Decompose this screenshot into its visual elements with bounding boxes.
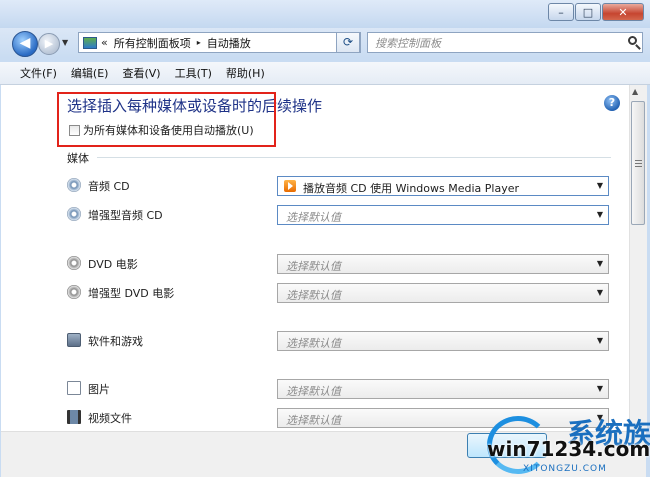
menu-tools[interactable]: 工具(T) bbox=[175, 65, 212, 81]
section-title-media: 媒体 bbox=[67, 152, 89, 165]
breadcrumb-separator-icon[interactable]: ▸ bbox=[197, 38, 201, 47]
watermark-subtitle: XITONGZU.COM bbox=[523, 464, 607, 474]
media-label: 音频 CD bbox=[88, 180, 130, 193]
menu-view[interactable]: 查看(V) bbox=[122, 65, 160, 81]
maximize-button[interactable]: □ bbox=[575, 3, 601, 21]
select-value: 播放音频 CD 使用 Windows Media Player bbox=[303, 182, 520, 195]
windows-media-player-icon bbox=[284, 180, 296, 192]
title-bar: – □ ✕ bbox=[0, 0, 650, 28]
search-placeholder: 搜索控制面板 bbox=[375, 37, 441, 50]
media-row-dvd-movie: DVD 电影 选择默认值 ▼ bbox=[67, 254, 615, 274]
site-watermark: 系统族 win71234.com XITONGZU.COM bbox=[487, 414, 650, 476]
menu-edit[interactable]: 编辑(E) bbox=[71, 65, 109, 81]
enhanced-audio-cd-icon bbox=[67, 207, 81, 221]
breadcrumb-all-control-panel-items[interactable]: 所有控制面板项 bbox=[114, 35, 191, 51]
media-row-pictures: 图片 选择默认值 ▼ bbox=[67, 379, 615, 399]
select-value: 选择默认值 bbox=[286, 289, 341, 302]
highlight-annotation-box bbox=[57, 92, 276, 147]
address-bar[interactable]: « 所有控制面板项 ▸ 自动播放 ▼ bbox=[78, 32, 361, 53]
vertical-scrollbar[interactable]: ▲ bbox=[629, 85, 647, 431]
media-row-software-games: 软件和游戏 选择默认值 ▼ bbox=[67, 331, 615, 351]
dvd-movie-icon bbox=[67, 256, 81, 270]
menu-help[interactable]: 帮助(H) bbox=[226, 65, 265, 81]
section-divider bbox=[97, 157, 611, 158]
media-label: 软件和游戏 bbox=[88, 335, 143, 348]
select-value: 选择默认值 bbox=[286, 260, 341, 273]
media-row-enhanced-audio-cd: 增强型音频 CD 选择默认值 ▼ bbox=[67, 205, 615, 225]
menu-file[interactable]: 文件(F) bbox=[20, 65, 57, 81]
media-label: 图片 bbox=[88, 383, 110, 396]
enhanced-audio-cd-action-select[interactable]: 选择默认值 ▼ bbox=[277, 205, 609, 225]
media-label: 增强型音频 CD bbox=[88, 209, 163, 222]
chevron-down-icon: ▼ bbox=[596, 259, 603, 268]
pictures-action-select[interactable]: 选择默认值 ▼ bbox=[277, 379, 609, 399]
search-icon[interactable] bbox=[628, 36, 637, 45]
chevron-down-icon: ▼ bbox=[596, 336, 603, 345]
select-value: 选择默认值 bbox=[286, 414, 341, 427]
chevron-down-icon: ▼ bbox=[596, 210, 603, 219]
media-row-audio-cd: 音频 CD 播放音频 CD 使用 Windows Media Player ▼ bbox=[67, 176, 615, 196]
chevron-down-icon: ▼ bbox=[596, 181, 603, 190]
media-row-enhanced-dvd-movie: 增强型 DVD 电影 选择默认值 ▼ bbox=[67, 283, 615, 303]
media-label: 增强型 DVD 电影 bbox=[88, 287, 175, 300]
forward-button[interactable]: ▶ bbox=[38, 33, 60, 55]
software-games-action-select[interactable]: 选择默认值 ▼ bbox=[277, 331, 609, 351]
search-input[interactable]: 搜索控制面板 bbox=[367, 32, 643, 53]
recent-pages-dropdown-icon[interactable]: ▼ bbox=[62, 38, 68, 47]
select-value: 选择默认值 bbox=[286, 337, 341, 350]
media-label: DVD 电影 bbox=[88, 258, 138, 271]
enhanced-dvd-movie-action-select[interactable]: 选择默认值 ▼ bbox=[277, 283, 609, 303]
hidden-path-chevron[interactable]: « bbox=[101, 36, 108, 49]
dvd-movie-action-select[interactable]: 选择默认值 ▼ bbox=[277, 254, 609, 274]
menu-bar: 文件(F) 编辑(E) 查看(V) 工具(T) 帮助(H) bbox=[0, 62, 650, 85]
select-value: 选择默认值 bbox=[286, 385, 341, 398]
back-button[interactable]: ◀ bbox=[12, 31, 38, 57]
close-button[interactable]: ✕ bbox=[602, 3, 644, 21]
watermark-url: win71234.com bbox=[487, 437, 650, 461]
media-label: 视频文件 bbox=[88, 412, 132, 425]
scrollbar-thumb[interactable] bbox=[631, 101, 645, 225]
select-value: 选择默认值 bbox=[286, 211, 341, 224]
chevron-down-icon: ▼ bbox=[596, 288, 603, 297]
scroll-up-icon[interactable]: ▲ bbox=[632, 87, 638, 96]
video-files-icon bbox=[67, 410, 81, 424]
chevron-down-icon: ▼ bbox=[596, 384, 603, 393]
scrollbar-grip-icon bbox=[635, 160, 642, 167]
audio-cd-action-select[interactable]: 播放音频 CD 使用 Windows Media Player ▼ bbox=[277, 176, 609, 196]
navigation-bar: ◀ ▶ ▼ « 所有控制面板项 ▸ 自动播放 ▼ ⟳ 搜索控制面板 bbox=[0, 28, 650, 58]
pictures-icon bbox=[67, 381, 81, 395]
software-games-icon bbox=[67, 333, 81, 347]
enhanced-dvd-movie-icon bbox=[67, 285, 81, 299]
minimize-button[interactable]: – bbox=[548, 3, 574, 21]
audio-cd-icon bbox=[67, 178, 81, 192]
breadcrumb-autoplay[interactable]: 自动播放 bbox=[207, 35, 251, 51]
control-panel-icon bbox=[83, 36, 97, 49]
refresh-button[interactable]: ⟳ bbox=[336, 32, 360, 53]
help-icon[interactable]: ? bbox=[604, 95, 620, 111]
window-controls: – □ ✕ bbox=[547, 3, 644, 21]
